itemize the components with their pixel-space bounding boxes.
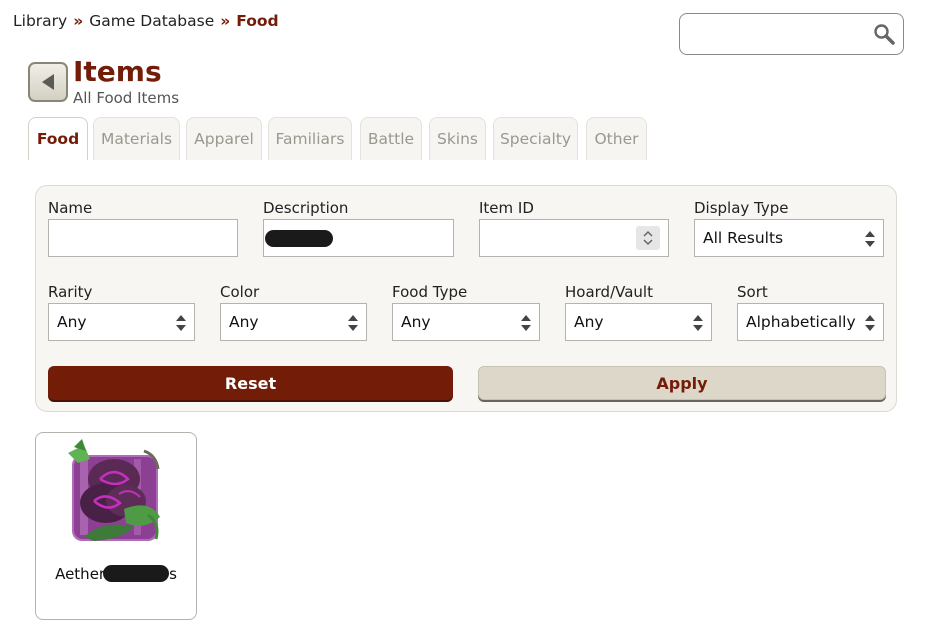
sort-value: Alphabetically (746, 313, 856, 331)
food-type-value: Any (401, 313, 431, 331)
reset-button[interactable]: Reset (48, 366, 453, 400)
search-input[interactable] (688, 22, 866, 46)
select-arrows-icon (176, 315, 186, 331)
rarity-value: Any (57, 313, 87, 331)
breadcrumb-library-link[interactable]: Library (13, 12, 67, 30)
display-type-label: Display Type (694, 199, 789, 217)
tab-familiars[interactable]: Familiars (268, 117, 352, 160)
name-field[interactable] (49, 220, 237, 256)
tab-apparel[interactable]: Apparel (186, 117, 262, 160)
item-id-field-wrapper (479, 219, 669, 257)
food-type-select[interactable]: Any (392, 303, 540, 341)
tab-battle[interactable]: Battle (360, 117, 422, 160)
select-arrows-icon (521, 315, 531, 331)
name-label: Name (48, 199, 93, 217)
sort-select[interactable]: Alphabetically (737, 303, 884, 341)
select-arrows-icon (865, 315, 875, 331)
page-subtitle: All Food Items (73, 89, 180, 107)
breadcrumb-current: Food (236, 12, 279, 30)
display-type-select[interactable]: All Results (694, 219, 884, 257)
number-spinner-icon[interactable] (636, 226, 660, 250)
item-name: Aether s (36, 565, 196, 583)
apply-button[interactable]: Apply (478, 366, 886, 400)
hoard-vault-value: Any (574, 313, 604, 331)
redaction-mark (103, 565, 170, 582)
color-label: Color (220, 283, 260, 301)
color-value: Any (229, 313, 259, 331)
item-id-label: Item ID (479, 199, 534, 217)
breadcrumb-game-database-link[interactable]: Game Database (89, 12, 214, 30)
description-label: Description (263, 199, 349, 217)
arrow-left-icon (42, 74, 54, 90)
tab-food[interactable]: Food (28, 117, 88, 160)
breadcrumb-separator: » (73, 12, 84, 30)
item-card[interactable]: Aether s (35, 432, 197, 620)
search-box (679, 13, 904, 55)
hoard-vault-select[interactable]: Any (565, 303, 712, 341)
select-arrows-icon (865, 231, 875, 247)
tab-specialty[interactable]: Specialty (493, 117, 578, 160)
select-arrows-icon (348, 315, 358, 331)
back-button[interactable] (28, 62, 68, 102)
filter-panel: Name Description Item ID Display Type Al… (35, 185, 897, 412)
description-field-wrapper (263, 219, 454, 257)
display-type-value: All Results (703, 229, 784, 247)
redaction-mark (265, 230, 333, 247)
purple-flower-food-icon (68, 439, 160, 541)
search-icon[interactable] (873, 23, 895, 45)
item-name-end: s (169, 565, 177, 583)
page-title: Items (73, 55, 162, 88)
select-arrows-icon (693, 315, 703, 331)
rarity-select[interactable]: Any (48, 303, 195, 341)
food-type-label: Food Type (392, 283, 468, 301)
sort-label: Sort (737, 283, 768, 301)
hoard-vault-label: Hoard/Vault (565, 283, 653, 301)
name-field-wrapper (48, 219, 238, 257)
item-name-start: Aether (55, 565, 106, 583)
tab-materials[interactable]: Materials (93, 117, 180, 160)
tab-skins[interactable]: Skins (429, 117, 486, 160)
color-select[interactable]: Any (220, 303, 367, 341)
breadcrumb-separator: » (220, 12, 231, 30)
tab-other[interactable]: Other (586, 117, 647, 160)
breadcrumb: Library » Game Database » Food (13, 12, 279, 30)
rarity-label: Rarity (48, 283, 93, 301)
